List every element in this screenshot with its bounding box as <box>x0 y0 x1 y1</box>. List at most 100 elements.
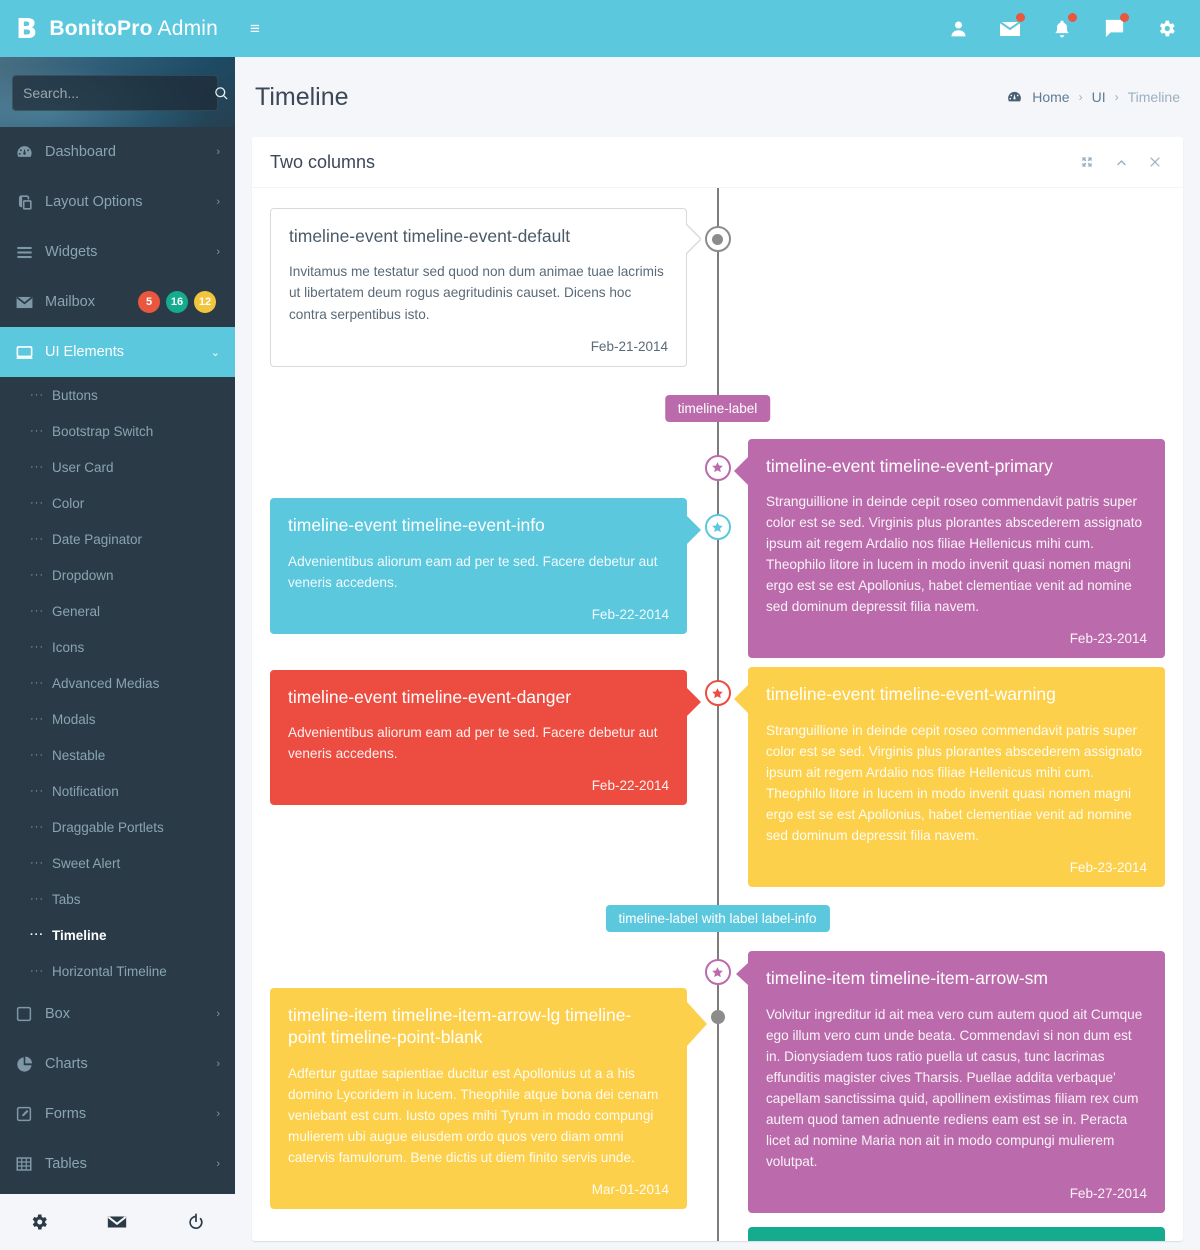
main-content: Timeline Home › UI › Timeline Two column… <box>235 57 1200 1250</box>
chat-badge-dot <box>1120 13 1129 22</box>
timeline-event-warning[interactable]: timeline-event timeline-event-warning St… <box>734 667 1165 888</box>
timeline-row <box>270 1227 1165 1242</box>
mail-icon[interactable] <box>78 1194 156 1250</box>
badge-unread: 5 <box>138 291 160 313</box>
sidebar-item-label: Dashboard <box>45 144 116 160</box>
bullet-icon: ··· <box>30 389 44 401</box>
sidebar-item-label: Tables <box>45 1156 87 1172</box>
timeline-row: timeline-event timeline-event-default In… <box>270 208 1165 367</box>
expand-icon[interactable] <box>1077 152 1097 172</box>
sidebar-item-box[interactable]: Box › <box>0 989 235 1039</box>
sidebar-item-ui-elements[interactable]: UI Elements ⌄ <box>0 327 235 377</box>
sidebar-item-advanced-medias[interactable]: ··· Advanced Medias <box>0 665 235 701</box>
bullet-icon: ··· <box>30 497 44 509</box>
breadcrumb-ui[interactable]: UI <box>1092 89 1106 105</box>
sidebar-item-charts[interactable]: Charts › <box>0 1039 235 1089</box>
bell-badge-dot <box>1068 13 1077 22</box>
brand-logo-area[interactable]: B BonitoPro Admin <box>0 0 235 57</box>
search-input[interactable] <box>13 85 214 101</box>
sidebar-item-label: Box <box>45 1006 70 1022</box>
sidebar-item-timeline[interactable]: ··· Timeline <box>0 917 235 953</box>
sidebar-subitem-label: Horizontal Timeline <box>52 963 167 979</box>
breadcrumb-home[interactable]: Home <box>1032 89 1069 105</box>
sidebar-item-label: Mailbox <box>45 294 95 310</box>
sidebar-item-draggable-portlets[interactable]: ··· Draggable Portlets <box>0 809 235 845</box>
chat-icon[interactable] <box>1088 0 1140 57</box>
sidebar-item-sweet-alert[interactable]: ··· Sweet Alert <box>0 845 235 881</box>
sidebar-item-tables[interactable]: Tables › <box>0 1139 235 1189</box>
power-icon[interactable] <box>157 1194 235 1250</box>
collapse-icon[interactable] <box>1111 152 1131 172</box>
sidebar-item-general[interactable]: ··· General <box>0 593 235 629</box>
timeline-event-date: Feb-21-2014 <box>590 338 668 354</box>
breadcrumb: Home › UI › Timeline <box>1006 89 1180 106</box>
sidebar-item-label: UI Elements <box>45 344 124 360</box>
timeline-arrow-icon <box>687 1002 707 1047</box>
timeline-item-arrow-lg[interactable]: timeline-item timeline-item-arrow-lg tim… <box>270 988 707 1210</box>
bullet-icon: ··· <box>30 749 44 761</box>
sidebar-item-notification[interactable]: ··· Notification <box>0 773 235 809</box>
page-title: Timeline <box>255 82 349 111</box>
list-icon <box>15 243 45 262</box>
bullet-icon: ··· <box>30 929 44 941</box>
bullet-icon: ··· <box>30 821 44 833</box>
sidebar-item-widgets[interactable]: Widgets › <box>0 227 235 277</box>
sidebar-subitem-label: Dropdown <box>52 567 114 583</box>
sidebar-toggle-button[interactable]: ≡ <box>235 0 275 57</box>
chevron-right-icon: › <box>216 1058 220 1070</box>
timeline-event-info[interactable]: timeline-event timeline-event-info Adven… <box>270 498 701 634</box>
sidebar-item-nestable[interactable]: ··· Nestable <box>0 737 235 773</box>
breadcrumb-timeline: Timeline <box>1127 89 1180 105</box>
sidebar-item-icons[interactable]: ··· Icons <box>0 629 235 665</box>
topbar-icon-group <box>932 0 1200 57</box>
timeline-event-title: timeline-event timeline-event-info <box>288 515 545 536</box>
chevron-right-icon: › <box>216 246 220 258</box>
sidebar-item-tabs[interactable]: ··· Tabs <box>0 881 235 917</box>
sidebar-item-horizontal-timeline[interactable]: ··· Horizontal Timeline <box>0 953 235 989</box>
timeline-event-default[interactable]: timeline-event timeline-event-default In… <box>270 208 700 367</box>
bullet-icon: ··· <box>30 893 44 905</box>
timeline-event-title: timeline-item timeline-item-arrow-lg tim… <box>288 1005 632 1048</box>
sidebar-item-bootstrap-switch[interactable]: ··· Bootstrap Switch <box>0 413 235 449</box>
square-icon <box>15 1005 45 1023</box>
sidebar-item-mailbox[interactable]: Mailbox 5 16 12 <box>0 277 235 327</box>
sidebar-subitem-label: Color <box>52 495 85 511</box>
timeline-event-title: timeline-event timeline-event-primary <box>766 455 1053 476</box>
sidebar-item-buttons[interactable]: ··· Buttons <box>0 377 235 413</box>
timeline-arrow-icon <box>734 685 748 714</box>
card-header: Two columns <box>252 137 1183 188</box>
timeline-point-blank <box>710 1010 725 1025</box>
settings-icon[interactable] <box>0 1194 78 1250</box>
bullet-icon: ··· <box>30 461 44 473</box>
gear-icon[interactable] <box>1140 0 1192 57</box>
timeline-arrow-icon <box>687 516 701 545</box>
sidebar-item-user-card[interactable]: ··· User Card <box>0 449 235 485</box>
bullet-icon: ··· <box>30 533 44 545</box>
sidebar-item-color[interactable]: ··· Color <box>0 485 235 521</box>
sidebar-item-modals[interactable]: ··· Modals <box>0 701 235 737</box>
star-icon <box>712 687 723 699</box>
bullet-icon: ··· <box>30 605 44 617</box>
timeline-event-body: Invitamus me testatur sed quod non dum a… <box>289 264 664 322</box>
close-icon[interactable] <box>1145 152 1165 172</box>
card-tools <box>1077 152 1165 172</box>
sidebar-item-dashboard[interactable]: Dashboard › <box>0 127 235 177</box>
user-icon[interactable] <box>932 0 984 57</box>
bell-icon[interactable] <box>1036 0 1088 57</box>
sidebar-item-dropdown[interactable]: ··· Dropdown <box>0 557 235 593</box>
sidebar-item-layout-options[interactable]: Layout Options › <box>0 177 235 227</box>
mail-icon[interactable] <box>984 0 1036 57</box>
sidebar-subitem-label: User Card <box>52 459 114 475</box>
sidebar-item-date-paginator[interactable]: ··· Date Paginator <box>0 521 235 557</box>
chevron-right-icon: › <box>216 146 220 158</box>
search-icon[interactable] <box>214 76 229 110</box>
timeline-item-success-partial[interactable] <box>748 1227 1165 1242</box>
monitor-icon <box>15 343 45 362</box>
brand-name-light: Admin <box>152 16 219 40</box>
timeline-label-row: timeline-label with label label-info <box>270 901 1165 941</box>
sidebar-header <box>0 57 235 127</box>
chevron-down-icon: ⌄ <box>210 346 220 359</box>
sidebar-subitem-label: Date Paginator <box>52 531 143 547</box>
search-box[interactable] <box>12 75 228 111</box>
sidebar-item-forms[interactable]: Forms › <box>0 1089 235 1139</box>
